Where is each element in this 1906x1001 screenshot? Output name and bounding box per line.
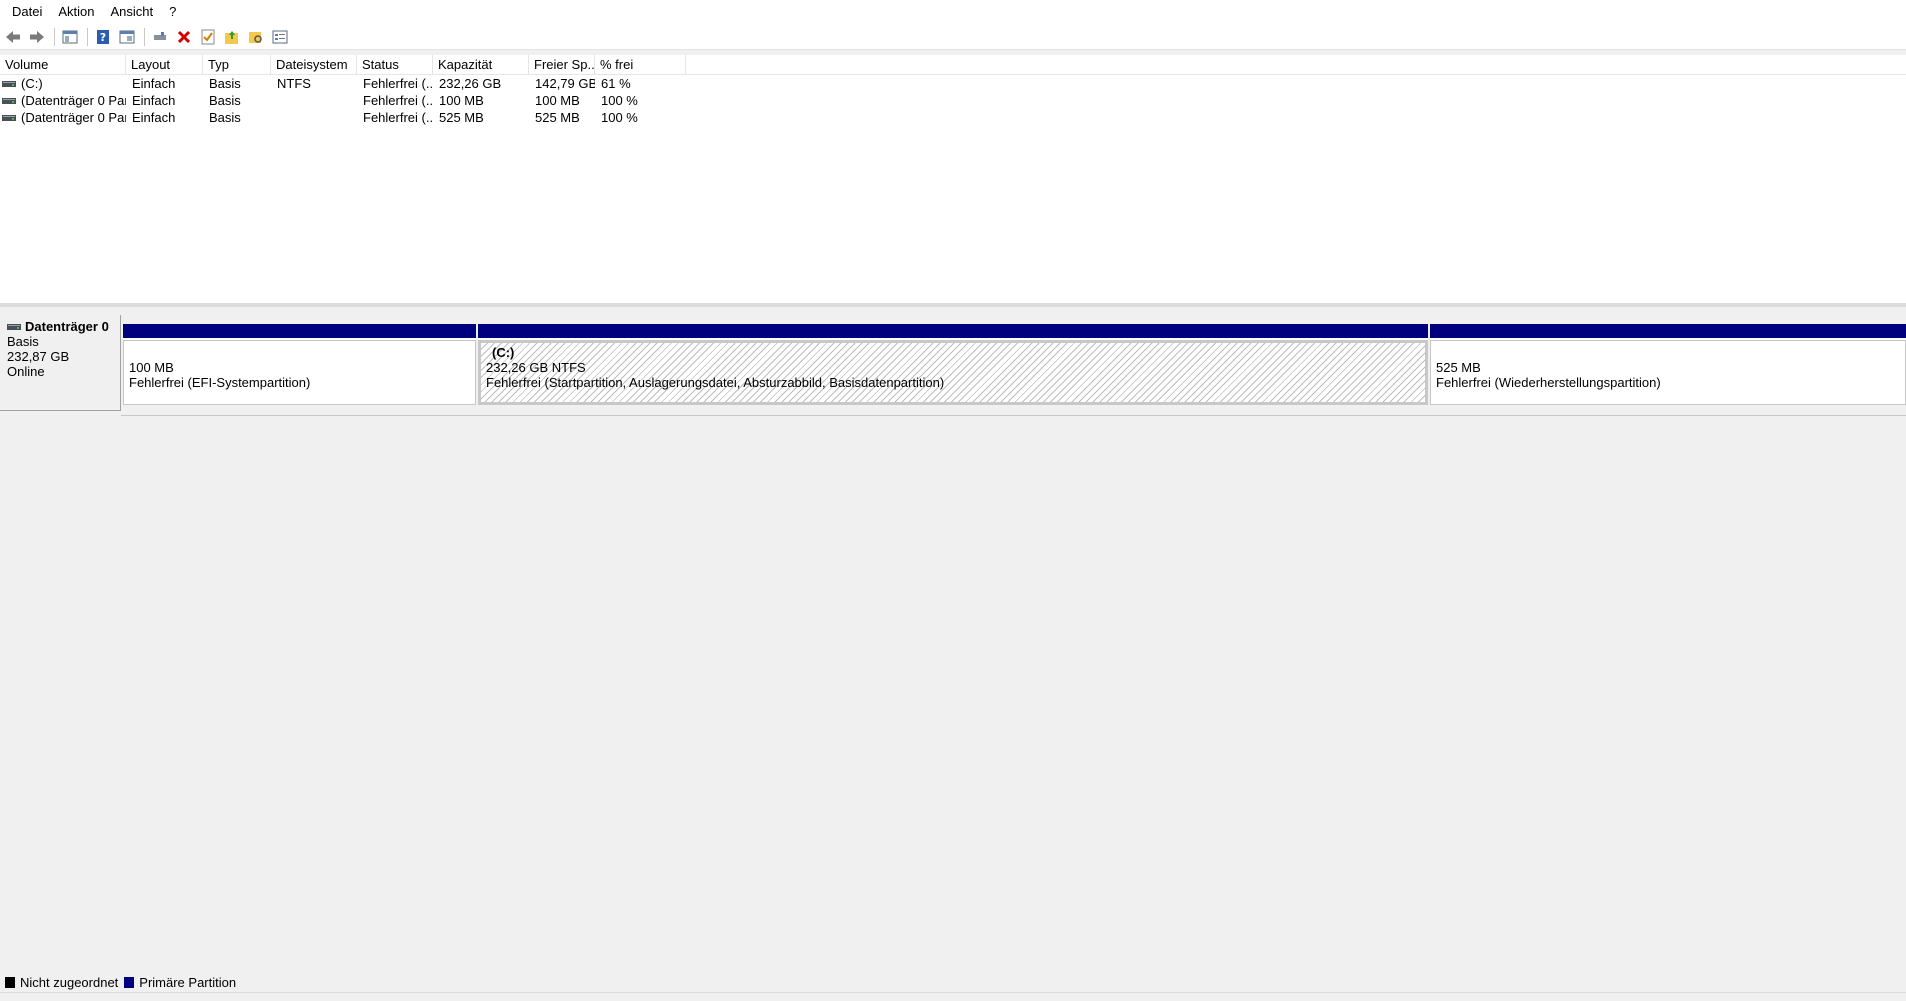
status-bar [0,992,1906,1001]
table-row[interactable]: (Datenträger 0 Par... Einfach Basis Fehl… [0,109,1906,126]
layout-cell: Einfach [132,93,176,108]
menu-datei[interactable]: Datei [4,0,50,24]
layout-cell: Einfach [132,76,176,91]
kapazitaet-cell: 525 MB [439,110,484,125]
partition-name: (C:) [492,345,515,360]
toolbar-separator [144,27,145,46]
partition-color-bar [478,324,1428,338]
legend-label: Primäre Partition [139,974,237,990]
table-row[interactable]: (C:) Einfach Basis NTFS Fehlerfrei (... … [0,75,1906,92]
drive-icon [7,323,21,330]
typ-cell: Basis [209,93,241,108]
properties-icon[interactable] [116,26,138,48]
partition-body: 525 MB Fehlerfrei (Wiederherstellungspar… [1430,340,1906,405]
column-header-dateisystem[interactable]: Dateisystem [271,55,357,74]
volume-name: (C:) [21,76,43,91]
disk-row-divider [121,415,1906,416]
disk-graphic-view: Datenträger 0 Basis 232,87 GB Online 100… [0,307,1906,972]
column-header-kapazitaet[interactable]: Kapazität [433,55,529,74]
volume-name: (Datenträger 0 Par... [21,110,126,125]
partition-c[interactable]: (C:) 232,26 GB NTFS Fehlerfrei (Startpar… [478,324,1428,405]
console-tree-icon[interactable] [59,26,81,48]
dateisystem-cell [271,109,357,126]
freier-speicher-cell: 100 MB [535,93,580,108]
layout-cell: Einfach [132,110,176,125]
partition-status: Fehlerfrei (EFI-Systempartition) [129,375,311,390]
typ-cell: Basis [209,110,241,125]
help-icon[interactable]: ? [92,26,114,48]
volume-cell: (Datenträger 0 Par... [0,92,126,109]
folder-search-icon[interactable] [245,26,267,48]
menu-help[interactable]: ? [161,0,184,24]
status-cell: Fehlerfrei (... [363,76,433,91]
toolbar-separator [54,27,55,46]
dateisystem-cell [271,92,357,109]
drive-icon [2,97,16,104]
partition-efi[interactable]: 100 MB Fehlerfrei (EFI-Systempartition) [123,324,476,405]
delete-icon[interactable] [173,26,195,48]
partition-size: 525 MB [1436,360,1481,375]
freier-speicher-cell: 142,79 GB [535,76,595,91]
legend: Nicht zugeordnet Primäre Partition [0,972,1906,992]
column-header-layout[interactable]: Layout [126,55,203,74]
volume-cell: (Datenträger 0 Par... [0,109,126,126]
back-icon[interactable] [2,26,24,48]
freier-speicher-cell: 525 MB [535,110,580,125]
disk-row[interactable]: Datenträger 0 Basis 232,87 GB Online 100… [0,315,1906,416]
volume-cell: (C:) [0,75,126,92]
view-list-icon[interactable] [269,26,291,48]
kapazitaet-cell: 232,26 GB [439,76,502,91]
legend-label: Nicht zugeordnet [20,974,119,990]
prozent-frei-cell: 61 % [601,76,631,91]
volume-list: Volume Layout Typ Dateisystem Status Kap… [0,55,1906,303]
legend-swatch [124,976,135,988]
svg-text:?: ? [100,31,106,44]
connect-icon[interactable] [149,26,171,48]
partition-color-bar [123,324,476,338]
column-header-status[interactable]: Status [357,55,433,74]
disk-state: Online [7,364,45,379]
disk-label[interactable]: Datenträger 0 Basis 232,87 GB Online [0,315,121,411]
status-cell: Fehlerfrei (... [363,110,433,125]
legend-swatch [5,976,15,988]
forward-icon[interactable] [26,26,48,48]
menu-bar: Datei Aktion Ansicht ? [0,0,1906,24]
table-row[interactable]: (Datenträger 0 Par... Einfach Basis Fehl… [0,92,1906,109]
check-icon[interactable] [197,26,219,48]
column-header-freier-speicher[interactable]: Freier Sp... [529,55,595,74]
prozent-frei-cell: 100 % [601,110,638,125]
disk-type: Basis [7,334,39,349]
partition-color-bar [1430,324,1906,338]
partition-body: 100 MB Fehlerfrei (EFI-Systempartition) [123,340,476,405]
drive-icon [2,114,16,121]
toolbar: ? [0,24,1906,50]
disk-title: Datenträger 0 [7,319,120,334]
disk-name: Datenträger 0 [25,319,109,334]
typ-cell: Basis [209,76,241,91]
legend-item-unallocated: Nicht zugeordnet [5,975,118,990]
menu-ansicht[interactable]: Ansicht [103,0,162,24]
volume-list-header: Volume Layout Typ Dateisystem Status Kap… [0,55,1906,75]
disk-size: 232,87 GB [7,349,70,364]
folder-up-icon[interactable] [221,26,243,48]
drive-icon [2,80,16,87]
menu-aktion[interactable]: Aktion [50,0,102,24]
kapazitaet-cell: 100 MB [439,93,484,108]
prozent-frei-cell: 100 % [601,93,638,108]
volume-name: (Datenträger 0 Par... [21,93,126,108]
dateisystem-cell: NTFS [277,76,311,91]
partition-size: 232,26 GB NTFS [486,360,586,375]
toolbar-separator [87,27,88,46]
partition-size: 100 MB [129,360,174,375]
partition-recovery[interactable]: 525 MB Fehlerfrei (Wiederherstellungspar… [1430,324,1906,405]
partition-status: Fehlerfrei (Wiederherstellungspartition) [1436,375,1661,390]
status-cell: Fehlerfrei (... [363,93,433,108]
column-header-typ[interactable]: Typ [203,55,271,74]
column-header-volume[interactable]: Volume [0,55,126,74]
partition-body: (C:) 232,26 GB NTFS Fehlerfrei (Startpar… [478,340,1428,405]
legend-item-primary: Primäre Partition [124,975,236,990]
column-header-prozent-frei[interactable]: % frei [595,55,686,74]
partition-status: Fehlerfrei (Startpartition, Auslagerungs… [486,375,945,390]
